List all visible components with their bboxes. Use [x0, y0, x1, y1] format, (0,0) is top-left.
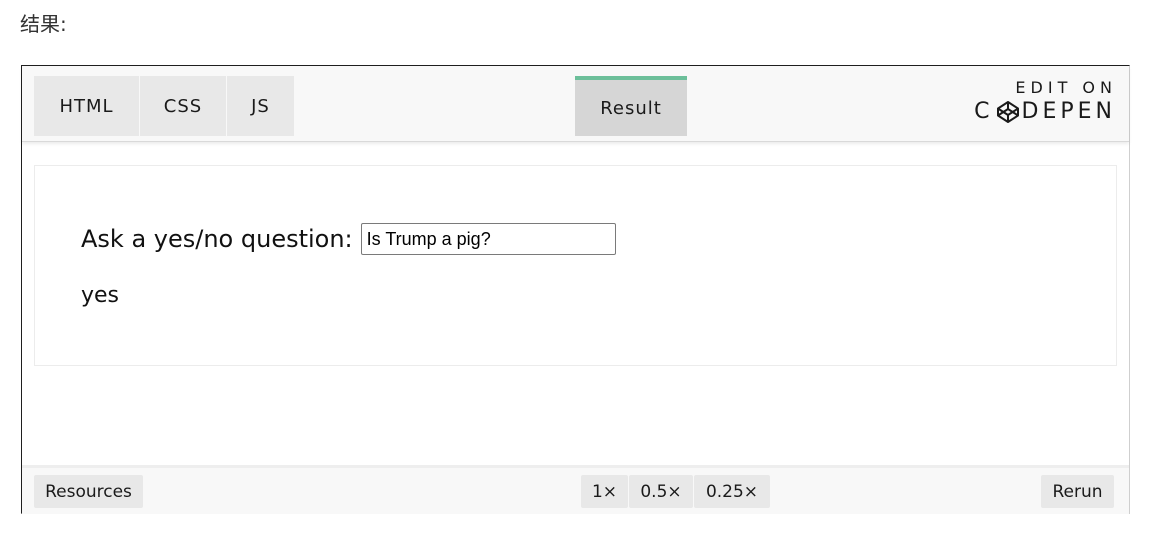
- tab-html[interactable]: HTML: [34, 76, 139, 136]
- answer-text: yes: [81, 283, 120, 308]
- codepen-cube-icon: [996, 100, 1019, 123]
- codepen-brand-right: DEPEN: [1021, 99, 1116, 124]
- question-row: Ask a yes/no question:: [81, 223, 616, 255]
- codepen-brand-left: C: [974, 99, 994, 124]
- embed-toolbar: HTML CSS JS Result EDIT ON C DEPEN: [22, 66, 1129, 142]
- tab-result[interactable]: Result: [575, 76, 687, 136]
- result-panel: Ask a yes/no question: yes: [34, 165, 1117, 366]
- question-input[interactable]: [360, 223, 616, 255]
- caption-text: 结果:: [20, 12, 67, 36]
- question-label: Ask a yes/no question:: [81, 225, 353, 253]
- zoom-1x-button[interactable]: 1×: [581, 475, 628, 508]
- tab-css[interactable]: CSS: [140, 76, 226, 136]
- codepen-logo: C DEPEN: [974, 99, 1116, 124]
- zoom-0-5x-button[interactable]: 0.5×: [629, 475, 693, 508]
- rerun-button[interactable]: Rerun: [1041, 475, 1114, 508]
- edit-on-label: EDIT ON: [1015, 78, 1117, 97]
- codepen-embed: HTML CSS JS Result EDIT ON C DEPEN Ask a…: [21, 65, 1130, 514]
- edit-on-codepen-link[interactable]: EDIT ON C DEPEN: [974, 78, 1112, 124]
- tab-js[interactable]: JS: [227, 76, 294, 136]
- resources-button[interactable]: Resources: [34, 475, 143, 508]
- embed-footer: Resources 1× 0.5× 0.25× Rerun: [22, 465, 1129, 514]
- zoom-0-25x-button[interactable]: 0.25×: [694, 475, 770, 508]
